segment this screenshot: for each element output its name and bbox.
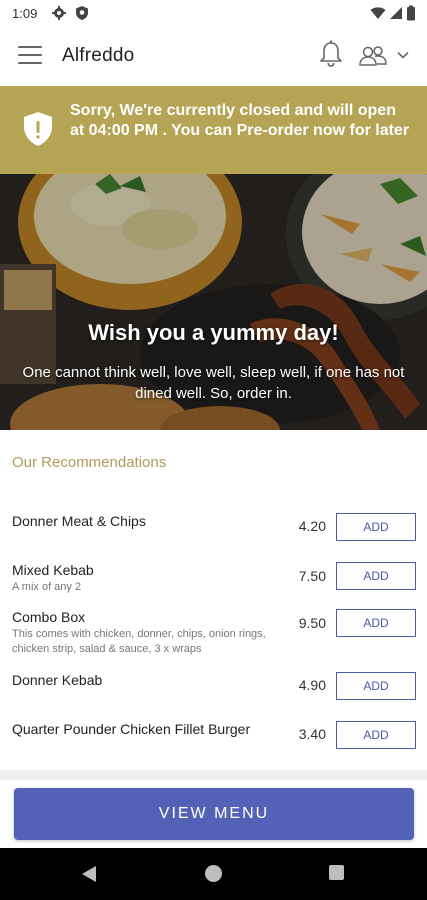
menu-icon[interactable] [18, 46, 42, 68]
home-icon[interactable] [205, 865, 222, 882]
app-bar: Alfreddo [0, 28, 427, 87]
add-button[interactable]: ADD [336, 562, 416, 590]
wifi-icon [370, 7, 386, 19]
hero-banner: Wish you a yummy day! One cannot think w… [0, 174, 427, 430]
add-button[interactable]: ADD [336, 609, 416, 637]
item-name: Mixed Kebab [12, 562, 94, 578]
add-button[interactable]: ADD [336, 721, 416, 749]
status-time: 1:09 [12, 6, 38, 21]
settings-icon [52, 6, 66, 20]
signal-icon [390, 7, 402, 19]
users-icon[interactable] [358, 44, 388, 68]
shield-icon [76, 6, 88, 20]
battery-icon [407, 5, 415, 21]
hero-title: Wish you a yummy day! [88, 320, 339, 345]
item-name: Donner Meat & Chips [12, 513, 146, 529]
add-button[interactable]: ADD [336, 513, 416, 541]
status-bar: 1:09 [0, 0, 427, 28]
chevron-down-icon[interactable] [396, 50, 410, 60]
item-price: 9.50 [298, 615, 326, 631]
app-title: Alfreddo [62, 45, 135, 66]
item-description: This comes with chicken, donner, chips, … [12, 628, 266, 655]
item-description: A mix of any 2 [12, 581, 82, 593]
system-nav-bar [0, 848, 427, 900]
item-name: Quarter Pounder Chicken Fillet Burger [12, 721, 251, 737]
view-menu-button[interactable]: VIEW MENU [14, 788, 414, 840]
closed-notice-banner: Sorry, We're currently closed and will o… [0, 86, 427, 174]
item-name: Donner Kebab [12, 672, 103, 688]
item-price: 4.90 [298, 677, 326, 693]
recommendations-title: Our Recommendations [12, 454, 167, 471]
item-price: 7.50 [298, 568, 326, 584]
item-price: 4.20 [298, 518, 326, 534]
hero-subtitle: One cannot think well, love well, sleep … [22, 364, 405, 402]
add-button[interactable]: ADD [336, 672, 416, 700]
bell-icon[interactable] [318, 40, 344, 68]
shield-alert-icon [24, 112, 52, 146]
item-price: 3.40 [298, 726, 326, 742]
back-icon[interactable] [80, 864, 98, 884]
recent-apps-icon[interactable] [329, 865, 344, 880]
item-name: Combo Box [12, 609, 86, 625]
closed-notice-text: Sorry, We're currently closed and will o… [70, 102, 410, 139]
section-divider [0, 770, 427, 780]
